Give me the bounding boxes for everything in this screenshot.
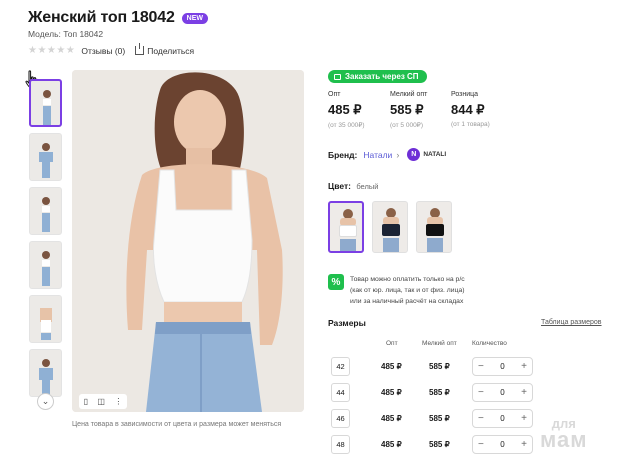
thumbnail-4[interactable]: [29, 241, 62, 289]
chevron-down-icon: ⌄: [41, 396, 50, 406]
size-price-opt: 485 ₽: [381, 388, 402, 397]
quantity-value[interactable]: 0: [500, 388, 504, 397]
brand-label: Бренд:: [328, 149, 358, 160]
color-value: белый: [356, 182, 379, 191]
color-swatches: [328, 201, 452, 253]
col-header-opt: Опт: [386, 340, 398, 347]
size-label: 42: [331, 357, 350, 376]
size-price-small-opt: 585 ₽: [429, 362, 450, 371]
sizes-title: Размеры: [328, 318, 366, 328]
plus-icon[interactable]: +: [521, 387, 527, 398]
thumbnail-5[interactable]: [29, 295, 62, 343]
minus-icon[interactable]: −: [478, 413, 484, 424]
quantity-value[interactable]: 0: [500, 362, 504, 371]
minus-icon[interactable]: −: [478, 387, 484, 398]
payment-note: % Товар можно оплатить только на р/с (ка…: [328, 274, 465, 307]
size-row: 42 485 ₽ 585 ₽ − 0 +: [331, 357, 541, 377]
quantity-stepper: − 0 +: [472, 409, 533, 428]
quantity-stepper: − 0 +: [472, 435, 533, 454]
thumbnail-6[interactable]: [29, 349, 62, 397]
price-note: Цена товара в зависимости от цвета и раз…: [72, 421, 282, 428]
color-label: Цвет:: [328, 181, 351, 191]
reviews-link[interactable]: Отзывы (0): [81, 46, 125, 56]
percent-icon: %: [328, 274, 344, 290]
payment-note-line: или за наличный расчёт на складах: [350, 298, 464, 305]
camera-icon[interactable]: ◫: [97, 397, 105, 406]
thumbnail-1[interactable]: [29, 79, 62, 127]
thumbnails-scroll-down-button[interactable]: ⌄: [37, 393, 54, 410]
brand-link[interactable]: Натали: [363, 150, 392, 160]
quantity-value[interactable]: 0: [500, 440, 504, 449]
model-photo-illustration: [72, 70, 304, 412]
chevron-right-icon: ›: [396, 149, 400, 160]
plus-icon[interactable]: +: [521, 439, 527, 450]
minus-icon[interactable]: −: [478, 361, 484, 372]
size-label: 46: [331, 409, 350, 428]
plus-icon[interactable]: +: [521, 413, 527, 424]
minus-icon[interactable]: −: [478, 439, 484, 450]
thumbnail-2[interactable]: [29, 133, 62, 181]
size-label: 44: [331, 383, 350, 402]
quantity-value[interactable]: 0: [500, 414, 504, 423]
price-label: Розница: [451, 91, 479, 98]
price-label: Мелкий опт: [390, 91, 428, 98]
more-icon[interactable]: ⋮: [114, 397, 122, 406]
size-price-small-opt: 585 ₽: [429, 388, 450, 397]
payment-note-line: (как от юр. лица, так и от физ. лица): [350, 287, 465, 294]
size-row: 48 485 ₽ 585 ₽ − 0 +: [331, 435, 541, 455]
col-header-quantity: Количество: [472, 340, 507, 347]
price-value: 585 ₽: [390, 102, 424, 117]
size-price-opt: 485 ₽: [381, 440, 402, 449]
rating-stars[interactable]: ★★★★★: [28, 45, 75, 56]
col-header-small-opt: Мелкий опт: [422, 340, 457, 347]
share-icon: [135, 43, 145, 55]
price-value: 485 ₽: [328, 102, 362, 117]
thumbnail-list: [29, 79, 65, 403]
price-condition: (от 5 000₽): [390, 122, 423, 129]
price-small-wholesale: Мелкий опт 585 ₽ (от 5 000₽): [390, 91, 427, 129]
brand-row: Бренд: Натали › N NATALI: [328, 148, 446, 161]
price-value: 844 ₽: [451, 102, 485, 117]
plus-icon[interactable]: +: [521, 361, 527, 372]
page-title: Женский топ 18042: [28, 9, 175, 26]
swatch-white[interactable]: [328, 201, 364, 253]
watermark-logo: для мам: [540, 416, 588, 452]
meta-row: ★★★★★ Отзывы (0) Поделиться: [28, 43, 195, 56]
title-row: Женский топ 18042 NEW: [28, 9, 208, 27]
size-row: 46 485 ₽ 585 ₽ − 0 +: [331, 409, 541, 429]
main-product-photo[interactable]: [72, 70, 304, 412]
price-condition: (от 1 товара): [451, 121, 490, 128]
size-row: 44 485 ₽ 585 ₽ − 0 +: [331, 383, 541, 403]
size-price-small-opt: 585 ₽: [429, 440, 450, 449]
thumbnail-3[interactable]: [29, 187, 62, 235]
cart-icon: [334, 73, 341, 80]
swatch-navy[interactable]: [372, 201, 408, 253]
model-text: Модель: Топ 18042: [28, 29, 104, 39]
size-price-small-opt: 585 ₽: [429, 414, 450, 423]
price-condition: (от 35 000₽): [328, 122, 365, 129]
quantity-stepper: − 0 +: [472, 383, 533, 402]
bookmark-icon[interactable]: ▯: [84, 397, 88, 406]
size-price-opt: 485 ₽: [381, 414, 402, 423]
size-chart-link[interactable]: Таблица размеров: [541, 319, 602, 326]
swatch-black[interactable]: [416, 201, 452, 253]
price-wholesale: Опт 485 ₽ (от 35 000₽): [328, 91, 365, 129]
price-retail: Розница 844 ₽ (от 1 товара): [451, 91, 490, 128]
size-price-opt: 485 ₽: [381, 362, 402, 371]
quantity-stepper: − 0 +: [472, 357, 533, 376]
color-row: Цвет: белый: [328, 181, 378, 191]
payment-note-line: Товар можно оплатить только на р/с: [350, 276, 465, 283]
size-label: 48: [331, 435, 350, 454]
new-badge: NEW: [181, 12, 208, 24]
photo-toolbar: ▯ ◫ ⋮: [79, 394, 127, 409]
price-label: Опт: [328, 91, 341, 98]
brand-logo-icon[interactable]: N: [407, 148, 421, 161]
share-button[interactable]: Поделиться: [135, 43, 195, 56]
brand-logo-text: NATALI: [423, 151, 447, 158]
sp-button-label: Заказать через СП: [345, 72, 419, 81]
order-via-sp-button[interactable]: Заказать через СП: [328, 70, 427, 83]
watermark-line: мам: [540, 427, 588, 452]
share-label: Поделиться: [147, 45, 195, 56]
